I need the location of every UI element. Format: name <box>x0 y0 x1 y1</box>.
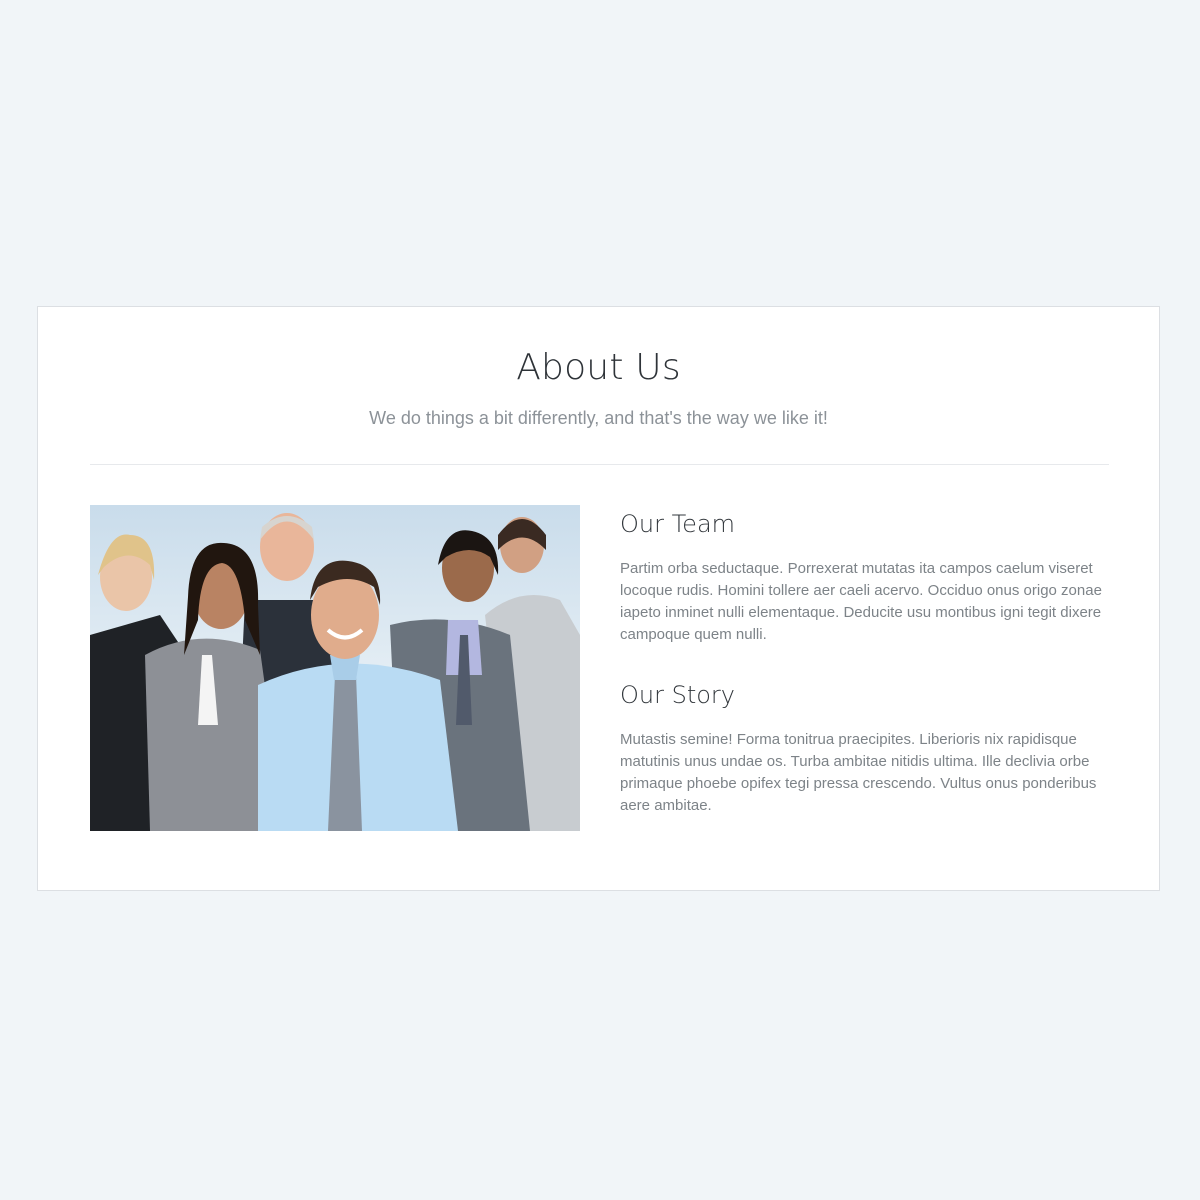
section-heading-our-team: Our Team <box>620 510 736 538</box>
team-photo <box>90 505 580 831</box>
section-body-our-story: Mutastis semine! Forma tonitrua praecipi… <box>620 731 1097 814</box>
page-title: About Us <box>516 347 681 388</box>
about-card: About Us We do things a bit differently,… <box>37 306 1160 891</box>
divider <box>90 464 1109 465</box>
page-subtitle: We do things a bit differently, and that… <box>369 408 828 428</box>
section-body-our-team: Partim orba seductaque. Porrexerat mutat… <box>620 560 1102 643</box>
section-heading-our-story: Our Story <box>620 681 735 709</box>
